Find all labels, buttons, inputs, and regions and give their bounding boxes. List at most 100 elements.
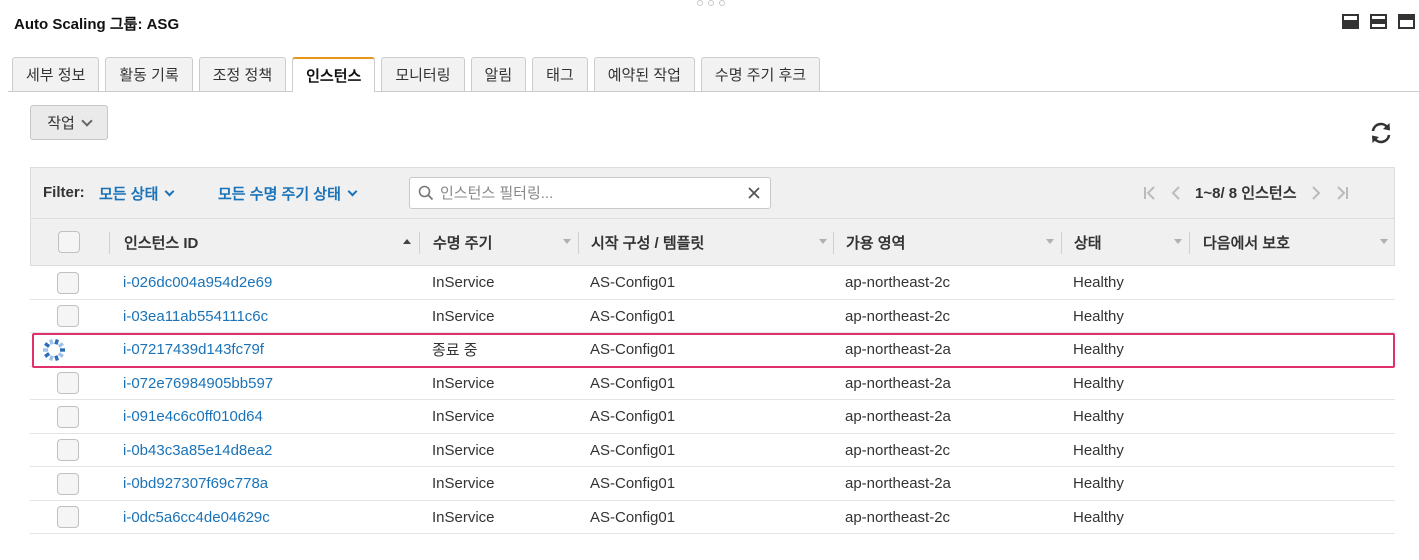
status-cell: Healthy xyxy=(1073,441,1124,459)
az-cell: ap-northeast-2c xyxy=(845,274,951,291)
instance-id-link[interactable]: i-0dc5a6cc4de04629c xyxy=(123,501,270,534)
layout-split-icon[interactable] xyxy=(1370,14,1387,29)
row-select[interactable] xyxy=(41,333,67,366)
instance-id-link[interactable]: i-026dc004a954d2e69 xyxy=(123,266,272,299)
column-header-launch-config[interactable]: 시작 구성 / 템플릿 xyxy=(591,219,704,265)
table-row[interactable]: i-0b43c3a85e14d8ea2 InService AS-Config01 a… xyxy=(30,434,1395,467)
layout-top-icon[interactable] xyxy=(1398,14,1415,29)
tab-0[interactable]: 세부 정보 xyxy=(12,57,100,91)
actions-button-label: 작업 xyxy=(47,115,75,132)
actions-button[interactable]: 작업 xyxy=(30,105,108,140)
tab-7[interactable]: 예약된 작업 xyxy=(593,57,695,91)
pagination: 1~8/ 8 인스턴스 xyxy=(1143,182,1349,203)
column-divider xyxy=(419,232,420,254)
row-select[interactable] xyxy=(57,400,79,433)
checkbox[interactable] xyxy=(57,506,79,528)
tab-6[interactable]: 태그 xyxy=(532,57,588,91)
status-cell: Healthy xyxy=(1073,408,1124,425)
first-page-icon[interactable] xyxy=(1143,184,1157,202)
row-select[interactable] xyxy=(57,501,79,534)
lifecycle-cell: InService xyxy=(432,274,495,291)
row-select[interactable] xyxy=(57,266,79,299)
refresh-icon[interactable] xyxy=(1368,120,1394,146)
sort-ascending-icon[interactable] xyxy=(403,239,411,244)
instance-id-link[interactable]: i-0bd927307f69c778a xyxy=(123,467,268,500)
checkbox[interactable] xyxy=(57,372,79,394)
prev-page-icon[interactable] xyxy=(1169,184,1183,202)
table-row[interactable]: i-0dc5a6cc4de04629c InService AS-Config01 a… xyxy=(30,501,1395,534)
launch-config-cell: AS-Config01 xyxy=(590,307,676,325)
column-divider xyxy=(1061,232,1062,254)
lifecycle-filter-dropdown[interactable]: 모든 수명 주기 상태 xyxy=(218,183,358,204)
checkbox[interactable] xyxy=(57,305,79,327)
state-filter-dropdown[interactable]: 모든 상태 xyxy=(99,183,175,204)
az-cell: ap-northeast-2c xyxy=(845,441,951,459)
instance-search xyxy=(409,177,771,209)
checkbox[interactable] xyxy=(57,472,79,495)
column-header-protection[interactable]: 다음에서 보호 xyxy=(1203,219,1290,265)
select-all-checkbox[interactable] xyxy=(58,219,80,265)
sort-icon[interactable] xyxy=(1046,239,1054,244)
table-row[interactable]: i-03ea11ab554111c6c InService AS-Config01 a… xyxy=(30,300,1395,333)
sort-icon[interactable] xyxy=(563,239,571,244)
row-select[interactable] xyxy=(57,467,79,500)
table-row[interactable]: i-091e4c6c0ff010d64 InService AS-Config01 a… xyxy=(30,400,1395,434)
row-select[interactable] xyxy=(57,300,79,333)
layout-bottom-icon[interactable] xyxy=(1342,14,1359,29)
sort-icon[interactable] xyxy=(819,239,827,244)
table-row[interactable]: i-072e76984905bb597 InService AS-Config01 a… xyxy=(30,367,1395,400)
launch-config-cell: AS-Config01 xyxy=(590,374,676,392)
status-cell: Healthy xyxy=(1073,374,1124,392)
launch-config-cell: AS-Config01 xyxy=(590,408,676,425)
row-select[interactable] xyxy=(57,434,79,467)
checkbox[interactable] xyxy=(57,271,79,294)
tab-4[interactable]: 모니터링 xyxy=(381,57,465,91)
column-header-status[interactable]: 상태 xyxy=(1074,219,1102,265)
column-divider xyxy=(578,232,579,254)
instance-id-link[interactable]: i-0b43c3a85e14d8ea2 xyxy=(123,434,272,467)
column-header-az[interactable]: 가용 영역 xyxy=(846,219,905,265)
row-select[interactable] xyxy=(57,367,79,400)
az-cell: ap-northeast-2a xyxy=(845,408,951,425)
checkbox[interactable] xyxy=(58,231,80,253)
lifecycle-cell: InService xyxy=(432,475,495,492)
checkbox[interactable] xyxy=(57,405,79,428)
az-cell: ap-northeast-2a xyxy=(845,374,951,392)
next-page-icon[interactable] xyxy=(1309,184,1323,202)
table-header: 인스턴스 ID 수명 주기 시작 구성 / 템플릿 가용 영역 상태 다음에서 … xyxy=(30,218,1395,266)
status-cell: Healthy xyxy=(1073,475,1124,492)
table-row[interactable]: i-026dc004a954d2e69 InService AS-Config01 a… xyxy=(30,266,1395,300)
az-cell: ap-northeast-2a xyxy=(845,475,951,492)
lifecycle-cell: 종료 중 xyxy=(432,342,478,359)
status-cell: Healthy xyxy=(1073,274,1124,291)
column-header-lifecycle[interactable]: 수명 주기 xyxy=(433,219,492,265)
instance-search-input[interactable] xyxy=(440,182,740,204)
tab-8[interactable]: 수명 주기 후크 xyxy=(700,57,821,91)
instance-id-link[interactable]: i-07217439d143fc79f xyxy=(123,333,264,366)
lifecycle-cell: InService xyxy=(432,508,495,526)
table-row[interactable]: i-0bd927307f69c778a InService AS-Config01 a… xyxy=(30,467,1395,501)
filter-label: Filter: xyxy=(43,184,85,201)
status-cell: Healthy xyxy=(1073,307,1124,325)
panel-resize-handle[interactable] xyxy=(697,0,725,6)
tab-1[interactable]: 활동 기록 xyxy=(105,57,193,91)
column-header-instance-id[interactable]: 인스턴스 ID xyxy=(124,219,198,265)
tab-5[interactable]: 알림 xyxy=(470,57,527,91)
lifecycle-filter-label: 모든 수명 주기 상태 xyxy=(218,186,341,203)
sort-icon[interactable] xyxy=(1380,239,1388,244)
az-cell: ap-northeast-2c xyxy=(845,508,951,526)
panel-title: Auto Scaling 그룹: ASG xyxy=(14,16,180,33)
instance-id-link[interactable]: i-072e76984905bb597 xyxy=(123,367,273,400)
checkbox[interactable] xyxy=(57,439,79,461)
instance-id-link[interactable]: i-091e4c6c0ff010d64 xyxy=(123,400,263,433)
close-icon[interactable] xyxy=(747,186,761,200)
last-page-icon[interactable] xyxy=(1335,184,1349,202)
instance-id-link[interactable]: i-03ea11ab554111c6c xyxy=(123,300,268,333)
table-row[interactable]: i-07217439d143fc79f 종료 중 AS-Config01 ap-nor… xyxy=(30,333,1395,367)
sort-icon[interactable] xyxy=(1174,239,1182,244)
column-divider xyxy=(833,232,834,254)
tab-2[interactable]: 조정 정책 xyxy=(198,57,287,91)
loading-spinner-icon xyxy=(43,338,65,361)
column-divider xyxy=(109,232,110,254)
tab-3[interactable]: 인스턴스 xyxy=(292,57,376,92)
